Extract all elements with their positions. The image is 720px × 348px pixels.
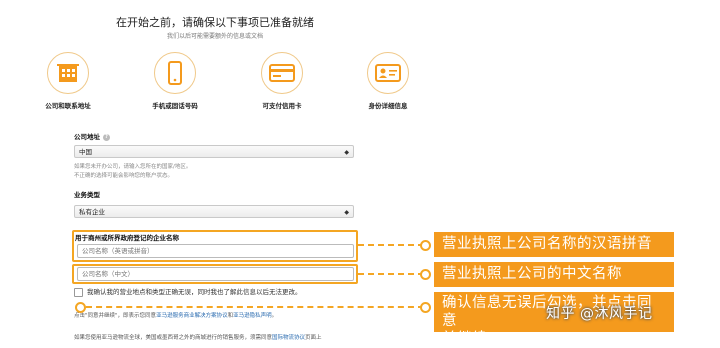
requirement-credit-card: 可支付信用卡 [240,52,324,110]
privacy-link[interactable]: 亚马逊隐私声明 [233,313,272,319]
callout-pinyin: 营业执照上公司名称的汉语拼音 [434,232,674,257]
pinyin-connector [358,244,424,246]
watermark: 知乎 @沐风手记 [546,306,653,322]
select-arrow-icon: ◆ [344,149,349,156]
company-name-pinyin-input[interactable] [77,244,354,258]
chinese-connector [358,273,424,275]
country-hint-warning: 不正确的选择可能会影响您的账户状态。 [74,173,174,179]
select-arrow-icon: ◆ [344,209,349,216]
legal-agreement-text: 点击"同意并继续"，即表示您同意亚马逊服务商业解决方案协议和亚马逊隐私声明。 [74,313,278,319]
business-type-label: 业务类型 [74,191,100,199]
legal-intl-text: 如果您使用亚马逊物流全球，美国或墨西哥之外的商城进行的销售服务，须需同意国际物流… [74,335,322,341]
help-icon[interactable]: ? [103,133,110,141]
chinese-connector-dot [420,269,431,280]
page-title: 在开始之前，请确保以下事项已准备就绪 [116,16,314,29]
confirm-connector-dot-right [420,302,431,313]
business-type-select[interactable]: 私有企业 ◆ [74,205,354,218]
requirement-label: 公司和联系地址 [45,102,91,110]
company-name-chinese-input[interactable] [77,267,354,281]
requirement-label: 身份详细信息 [368,102,408,110]
company-name-chinese-field[interactable] [82,268,353,280]
confirm-connector [86,306,424,308]
callout-chinese: 营业执照上公司的中文名称 [434,262,674,287]
company-name-pinyin-field[interactable] [82,245,353,257]
company-address-label: 公司地址? [74,131,110,141]
country-select[interactable]: 中国 ◆ [74,145,354,158]
confirm-row[interactable]: 我确认我的营业地点和类型正确无误，同时我也了解此信息以后无法更改。 [74,286,302,297]
requirement-label: 手机或固话号码 [152,102,198,110]
confirm-connector-dot-left [75,302,86,313]
bsa-link[interactable]: 亚马逊服务商业解决方案协议 [156,313,228,319]
requirement-phone: 手机或固话号码 [133,52,217,110]
pinyin-connector-dot [420,240,431,251]
requirement-label: 可支付信用卡 [262,102,302,110]
country-hint: 如果您未开办公司，请输入您所在的国家/地区。 [74,164,192,170]
building-icon [47,52,89,94]
confirm-checkbox[interactable] [74,287,83,297]
requirement-address: 公司和联系地址 [26,52,110,110]
id-card-icon [367,52,409,94]
registered-name-label: 用于商州或所界政府登记的企业名称 [75,234,179,242]
page-subtitle: 我们以后可能需要额外的信息或文档 [166,33,263,40]
requirement-identity: 身份详细信息 [346,52,430,110]
phone-icon [154,52,196,94]
intl-agreement-link[interactable]: 国际物流协议 [272,335,305,341]
credit-card-icon [261,52,303,94]
